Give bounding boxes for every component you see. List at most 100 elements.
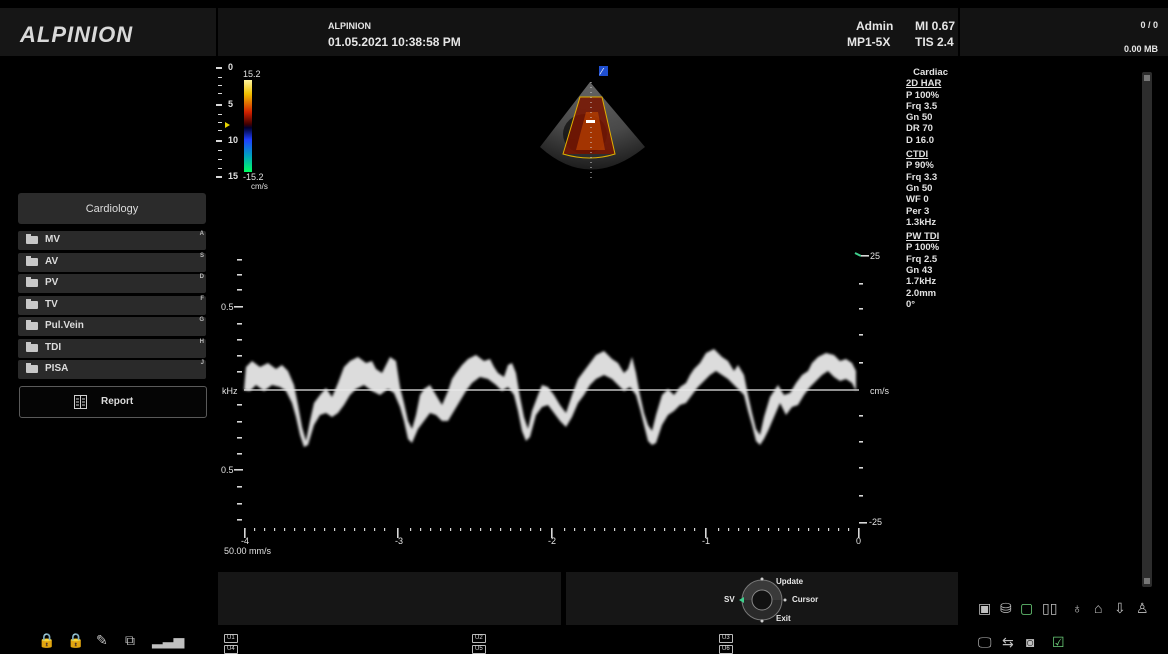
- time-label-minus-2: -2: [548, 536, 557, 546]
- time-label-0: 0: [856, 536, 862, 546]
- param-line: Frq 2.5: [906, 253, 938, 265]
- scroll-down-icon[interactable]: [1144, 578, 1150, 584]
- depth-label-0: 0: [228, 62, 234, 72]
- mechanical-index: MI 0.67: [915, 19, 956, 33]
- network-icon[interactable]: ⧉: [125, 632, 135, 649]
- param-line: Frq 3.3: [906, 171, 938, 183]
- report-icon: [74, 395, 87, 409]
- section-2d-har-title: 2D HAR: [906, 78, 942, 90]
- exit-label[interactable]: Exit: [776, 614, 791, 623]
- ultrasound-sector-image: ⁄: [540, 66, 645, 180]
- report-label: Report: [101, 396, 134, 407]
- single-view-icon[interactable]: ▢: [1020, 600, 1033, 617]
- database-icon[interactable]: ⛁: [1000, 600, 1012, 617]
- doppler-spectrum: [234, 252, 869, 538]
- transfer-icon[interactable]: ⇆: [1002, 634, 1014, 651]
- folder-tv[interactable]: TV F: [18, 296, 206, 315]
- right-scale-lower-label: -25: [869, 517, 883, 527]
- logo-panel: ALPINION: [0, 8, 216, 56]
- lock-a-icon[interactable]: 🔒: [67, 632, 84, 649]
- folder-icon: [26, 299, 38, 309]
- folder-av[interactable]: AV S: [18, 253, 206, 272]
- user-name: Admin: [856, 19, 894, 33]
- param-line: P 100%: [906, 89, 940, 101]
- lock-1-icon[interactable]: 🔒: [38, 632, 55, 649]
- spectral-trace: [244, 349, 856, 447]
- section-ctdi-title: CTDI: [906, 149, 929, 161]
- scroll-up-icon[interactable]: [1144, 75, 1150, 81]
- folder-icon: [26, 363, 38, 373]
- user-key-u2[interactable]: U2: [472, 634, 486, 643]
- probe-name: MP1-5X: [847, 35, 891, 49]
- dual-view-icon[interactable]: ▯▯: [1042, 600, 1057, 617]
- vertical-scrollbar[interactable]: [1142, 72, 1152, 587]
- signal-icon[interactable]: ▂▃▅: [152, 632, 184, 649]
- left-scale-unit: kHz: [222, 386, 238, 396]
- time-label-minus-4: -4: [241, 536, 250, 546]
- param-line: WF 0: [906, 194, 929, 206]
- person-icon[interactable]: ♙: [1136, 600, 1149, 617]
- report-button[interactable]: Report: [19, 386, 207, 418]
- thermal-index: TIS 2.4: [915, 35, 954, 49]
- time-label-minus-3: -3: [395, 536, 404, 546]
- monitor-icon[interactable]: 🖵: [978, 634, 992, 651]
- color-bar: [244, 80, 252, 172]
- param-line: Gn 50: [906, 182, 933, 194]
- camera-icon[interactable]: ◙: [1026, 634, 1034, 650]
- home-icon[interactable]: ⌂: [1094, 600, 1102, 616]
- softkey-panel-left: [218, 572, 561, 625]
- datetime: 01.05.2021 10:38:58 PM: [328, 35, 461, 49]
- preset-name: Cardiac: [913, 67, 948, 78]
- folder-pul-vein[interactable]: Pul.Vein G: [18, 317, 206, 336]
- param-line: P 90%: [906, 160, 934, 172]
- param-line: Frq 3.5: [906, 100, 938, 112]
- category-cardiology-button[interactable]: Cardiology: [18, 193, 206, 224]
- sv-label[interactable]: SV: [724, 595, 735, 604]
- down-arrow-icon[interactable]: ⇩: [1114, 600, 1126, 617]
- folder-pisa[interactable]: PISA J: [18, 360, 206, 379]
- imaging-parameters: Cardiac 2D HAR P 100% Frq 3.5 Gn 50 DR 7…: [906, 67, 956, 310]
- update-label[interactable]: Update: [776, 577, 803, 586]
- folder-pv[interactable]: PV D: [18, 274, 206, 293]
- depth-label-10: 10: [228, 135, 239, 145]
- section-pw-tdi-title: PW TDI: [906, 231, 940, 243]
- right-scale-unit: cm/s: [870, 386, 889, 396]
- param-line: DR 70: [906, 123, 933, 135]
- depth-label-15: 15: [228, 171, 239, 181]
- depth-label-5: 5: [228, 99, 234, 109]
- usb-icon[interactable]: ✎: [96, 632, 108, 649]
- alpinion-logo: ALPINION: [20, 22, 134, 47]
- time-label-minus-1: -1: [702, 536, 711, 546]
- param-line: 2.0mm: [906, 287, 937, 299]
- user-key-u1[interactable]: U1: [224, 634, 238, 643]
- folder-tdi[interactable]: TDI H: [18, 339, 206, 358]
- header-bar: ALPINION 01.05.2021 10:38:58 PM Admin MP…: [218, 8, 958, 56]
- param-line: P 100%: [906, 242, 940, 254]
- param-line: Per 3: [906, 205, 930, 217]
- param-line: Gn 50: [906, 112, 933, 124]
- sweep-speed: 50.00 mm/s: [224, 546, 272, 556]
- param-line: Gn 43: [906, 265, 933, 277]
- right-scale-upper-label: 25: [870, 251, 881, 261]
- storage-panel: 0 / 0 0.00 MB: [960, 8, 1168, 56]
- folder-mv[interactable]: MV A: [18, 231, 206, 250]
- capture-icon[interactable]: ▣: [978, 600, 991, 617]
- image-counter: 0 / 0: [1140, 20, 1158, 30]
- cursor-label[interactable]: Cursor: [792, 595, 818, 604]
- folder-icon: [26, 256, 38, 266]
- right-scale-ticks: [859, 283, 867, 524]
- param-line: 1.3kHz: [906, 216, 937, 228]
- storage-size: 0.00 MB: [1123, 44, 1158, 54]
- probe-icon[interactable]: ♁: [1072, 600, 1083, 616]
- focus-marker-icon: [225, 122, 230, 128]
- trackball-panel: Update SV Cursor Exit: [566, 572, 958, 625]
- user-key-u3[interactable]: U3: [719, 634, 733, 643]
- param-line: 1.7kHz: [906, 276, 937, 288]
- folder-icon: [26, 320, 38, 330]
- color-bar-unit: cm/s: [251, 182, 268, 191]
- folder-icon: [26, 277, 38, 287]
- color-bar-max: 15.2: [243, 69, 261, 79]
- vendor-name: ALPINION: [328, 21, 372, 31]
- left-scale-upper-label: 0.5: [221, 302, 234, 312]
- checklist-icon[interactable]: ☑: [1052, 634, 1065, 651]
